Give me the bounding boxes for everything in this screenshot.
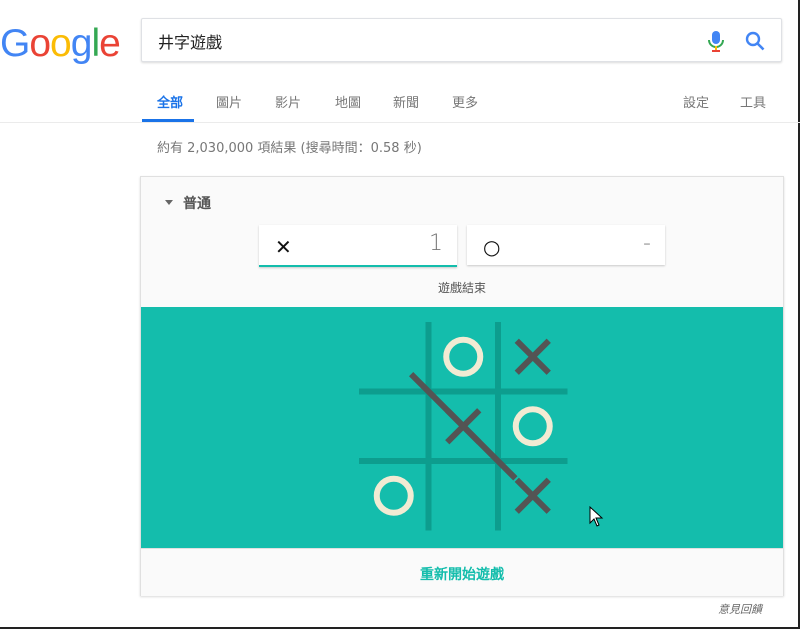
result-stats: 約有 2,030,000 項結果 (搜尋時間：0.58 秒) xyxy=(157,141,422,156)
mic-icon[interactable] xyxy=(705,29,727,53)
logo-letter: e xyxy=(99,22,121,65)
game-status: 遊戲結束 xyxy=(437,281,486,295)
search-tabs: 全部 圖片 影片 地圖 新聞 更多 設定 工具 xyxy=(0,88,800,123)
o-mark xyxy=(443,336,484,377)
restart-bar: 重新開始遊戲 xyxy=(141,548,783,596)
logo-letter: G xyxy=(0,22,30,65)
tab-all[interactable]: 全部 xyxy=(157,92,183,111)
o-score: - xyxy=(643,231,651,256)
feedback-link[interactable]: 意見回饋 xyxy=(718,601,762,617)
dropdown-triangle-icon xyxy=(165,199,173,205)
o-mark xyxy=(512,406,553,447)
search-input[interactable] xyxy=(156,27,700,55)
active-tab-indicator xyxy=(142,119,194,122)
tab-more[interactable]: 更多 xyxy=(452,92,478,111)
search-icon[interactable] xyxy=(744,30,766,52)
difficulty-label: 普通 xyxy=(183,196,211,212)
tab-news[interactable]: 新聞 xyxy=(393,92,419,111)
board-marks xyxy=(373,336,553,516)
x-symbol: ✕ xyxy=(275,235,292,259)
o-mark xyxy=(373,475,414,516)
tab-videos[interactable]: 影片 xyxy=(275,92,301,111)
score-o-card: ○ - xyxy=(467,225,665,265)
tab-maps[interactable]: 地圖 xyxy=(335,92,361,111)
logo-letter: o xyxy=(29,22,51,65)
tab-tools[interactable]: 工具 xyxy=(740,92,766,111)
tab-settings[interactable]: 設定 xyxy=(683,92,709,111)
x-score: 1 xyxy=(429,231,443,256)
game-board[interactable] xyxy=(141,307,783,548)
score-x-card: ✕ 1 xyxy=(259,225,457,267)
google-logo[interactable]: Google xyxy=(0,22,121,65)
o-symbol: ○ xyxy=(483,235,501,259)
logo-letter: l xyxy=(91,22,100,65)
mouse-cursor-icon xyxy=(589,505,604,527)
search-box xyxy=(141,18,782,62)
restart-game-button[interactable]: 重新開始遊戲 xyxy=(141,564,783,584)
logo-letter: g xyxy=(70,22,93,65)
tic-tac-toe-card: 普通 ✕ 1 ○ - 遊戲結束 重新開始遊戲 xyxy=(140,176,784,596)
logo-letter: o xyxy=(50,22,72,65)
tab-images[interactable]: 圖片 xyxy=(216,92,242,111)
game-board-area xyxy=(141,307,783,548)
difficulty-dropdown[interactable]: 普通 xyxy=(165,193,211,213)
